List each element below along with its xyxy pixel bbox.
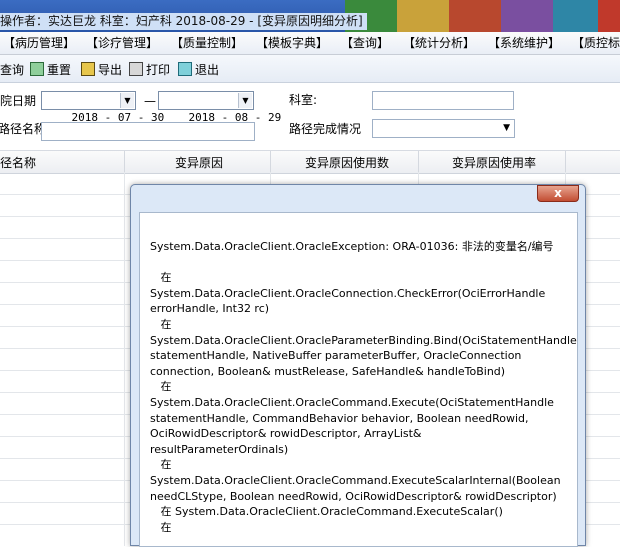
close-button[interactable]: x xyxy=(537,185,579,202)
grid-header: 路径名称 变异原因 变异原因使用数 变异原因使用率 xyxy=(0,150,620,174)
menu-item-medical-records[interactable]: 【病历管理】 xyxy=(3,35,75,51)
column-divider[interactable] xyxy=(565,151,566,173)
path-name-label: 路径名称 xyxy=(0,122,47,136)
printer-icon xyxy=(129,62,143,76)
chevron-down-icon[interactable]: ▼ xyxy=(120,93,134,108)
title-decoration xyxy=(598,0,620,32)
exit-button-label: 退出 xyxy=(195,62,220,77)
menu-item-system[interactable]: 【系统维护】 xyxy=(488,35,560,51)
menu-item-qc-index[interactable]: 【质控标 xyxy=(572,35,620,51)
print-button[interactable]: 打印 xyxy=(129,60,170,78)
column-divider[interactable] xyxy=(418,151,419,173)
path-name-input[interactable] xyxy=(41,122,255,141)
column-header-usage-count[interactable]: 变异原因使用数 xyxy=(305,154,389,171)
save-disk-icon xyxy=(81,62,95,76)
window-title: 操作者：实达巨龙 科室：妇产科 2018-08-29 - [变异原因明细分析] xyxy=(0,13,367,30)
error-dialog: x System.Data.OracleClient.OracleExcepti… xyxy=(130,184,586,547)
date-separator: — xyxy=(144,94,156,108)
reset-button-label: 重置 xyxy=(47,62,72,77)
column-divider[interactable] xyxy=(270,151,271,173)
error-message-area[interactable]: System.Data.OracleClient.OracleException… xyxy=(139,212,578,547)
exit-button[interactable]: 退出 xyxy=(178,60,219,78)
path-status-select[interactable]: ▼ xyxy=(372,119,515,138)
query-button-label: 查询 xyxy=(0,62,25,77)
exit-icon xyxy=(178,62,192,76)
grid-line xyxy=(124,172,125,546)
filter-panel: 出院日期 2018 - 07 - 30 ▼ — 2018 - 08 - 29 ▼… xyxy=(0,83,620,149)
menu-item-quality-control[interactable]: 【质量控制】 xyxy=(171,35,243,51)
date-to-picker[interactable]: 2018 - 08 - 29 ▼ xyxy=(158,91,281,124)
title-bar: 操作者：实达巨龙 科室：妇产科 2018-08-29 - [变异原因明细分析] xyxy=(0,0,620,32)
menu-item-statistics[interactable]: 【统计分析】 xyxy=(403,35,475,51)
title-decoration xyxy=(397,0,449,32)
toolbar: 查询 重置 导出 打印 退出 xyxy=(0,55,620,83)
reset-icon xyxy=(30,62,44,76)
dept-label: 科室: xyxy=(289,93,318,107)
title-decoration xyxy=(501,0,553,32)
path-status-label: 路径完成情况 xyxy=(289,122,362,136)
export-button-label: 导出 xyxy=(98,62,123,77)
close-icon: x xyxy=(554,186,562,200)
print-button-label: 打印 xyxy=(146,62,171,77)
chevron-down-icon: ▼ xyxy=(503,123,510,133)
title-decoration xyxy=(449,0,501,32)
reset-button[interactable]: 重置 xyxy=(30,60,71,78)
column-divider[interactable] xyxy=(124,151,125,173)
date-from-picker[interactable]: 2018 - 07 - 30 ▼ xyxy=(41,91,164,124)
query-button[interactable]: 查询 xyxy=(0,60,24,78)
chevron-down-icon[interactable]: ▼ xyxy=(238,93,252,108)
column-header-variation-reason[interactable]: 变异原因 xyxy=(175,154,223,171)
column-header-path-name[interactable]: 路径名称 xyxy=(0,154,36,171)
column-header-usage-rate[interactable]: 变异原因使用率 xyxy=(452,154,536,171)
menu-item-treatment[interactable]: 【诊疗管理】 xyxy=(86,35,158,51)
export-button[interactable]: 导出 xyxy=(81,60,122,78)
menu-item-query[interactable]: 【查询】 xyxy=(341,35,389,51)
discharge-date-label: 出院日期 xyxy=(0,94,37,108)
dept-input[interactable] xyxy=(372,91,514,110)
menu-bar: 【病历管理】 【诊疗管理】 【质量控制】 【模板字典】 【查询】 【统计分析】 … xyxy=(0,32,620,55)
error-message-text: System.Data.OracleClient.OracleException… xyxy=(150,240,577,534)
menu-item-templates[interactable]: 【模板字典】 xyxy=(256,35,328,51)
